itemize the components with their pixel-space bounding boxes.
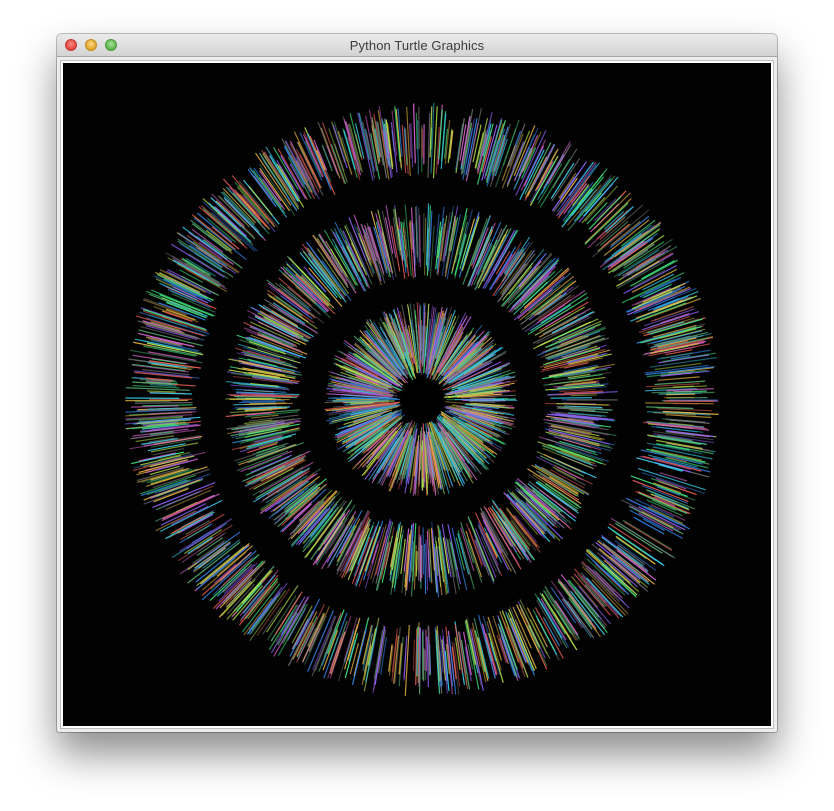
- radial-stroke: [556, 403, 609, 406]
- radial-stroke: [425, 629, 428, 672]
- radial-stroke: [171, 505, 209, 526]
- radial-stroke: [437, 524, 447, 595]
- center-hole: [402, 380, 442, 420]
- radial-stroke: [464, 646, 472, 682]
- radial-stroke: [418, 106, 420, 149]
- radial-stroke: [423, 217, 427, 276]
- radial-stroke: [446, 639, 454, 695]
- radial-stroke: [427, 112, 431, 178]
- radial-stroke: [424, 543, 427, 595]
- radial-stroke: [333, 122, 348, 161]
- radial-stroke: [415, 112, 418, 150]
- radial-stroke: [357, 112, 374, 182]
- radial-stroke: [394, 106, 401, 162]
- radial-stroke: [570, 394, 597, 397]
- radial-stroke: [417, 120, 419, 175]
- radial-stroke: [237, 360, 295, 374]
- radial-stroke: [413, 103, 416, 164]
- radial-stroke: [457, 631, 469, 690]
- turtle-canvas[interactable]: [63, 63, 771, 726]
- radial-stroke: [195, 246, 229, 270]
- radial-stroke: [134, 402, 193, 404]
- radial-drawing: [124, 102, 719, 696]
- radial-stroke: [419, 215, 421, 268]
- radial-stroke: [403, 646, 407, 681]
- radial-stroke: [425, 539, 429, 591]
- canvas-frame: [60, 60, 774, 729]
- radial-stroke: [125, 387, 190, 391]
- radial-stroke: [418, 534, 421, 574]
- radial-stroke: [469, 401, 496, 403]
- window-title: Python Turtle Graphics: [349, 38, 485, 53]
- radial-stroke: [130, 405, 179, 408]
- radial-stroke: [134, 371, 193, 379]
- radial-stroke: [327, 633, 344, 679]
- title-bar[interactable]: Python Turtle Graphics: [57, 34, 777, 57]
- radial-stroke: [412, 639, 415, 672]
- radial-stroke: [457, 533, 470, 575]
- radial-stroke: [152, 448, 184, 456]
- radial-stroke: [344, 624, 359, 670]
- radial-stroke: [147, 390, 176, 393]
- radial-stroke: [404, 624, 410, 696]
- radial-stroke: [394, 626, 401, 684]
- radial-stroke: [460, 522, 475, 564]
- radial-stroke: [239, 401, 276, 404]
- turtle-window: Python Turtle Graphics: [57, 34, 777, 732]
- radial-stroke: [550, 397, 593, 399]
- radial-stroke: [657, 376, 700, 381]
- radial-stroke: [416, 635, 419, 675]
